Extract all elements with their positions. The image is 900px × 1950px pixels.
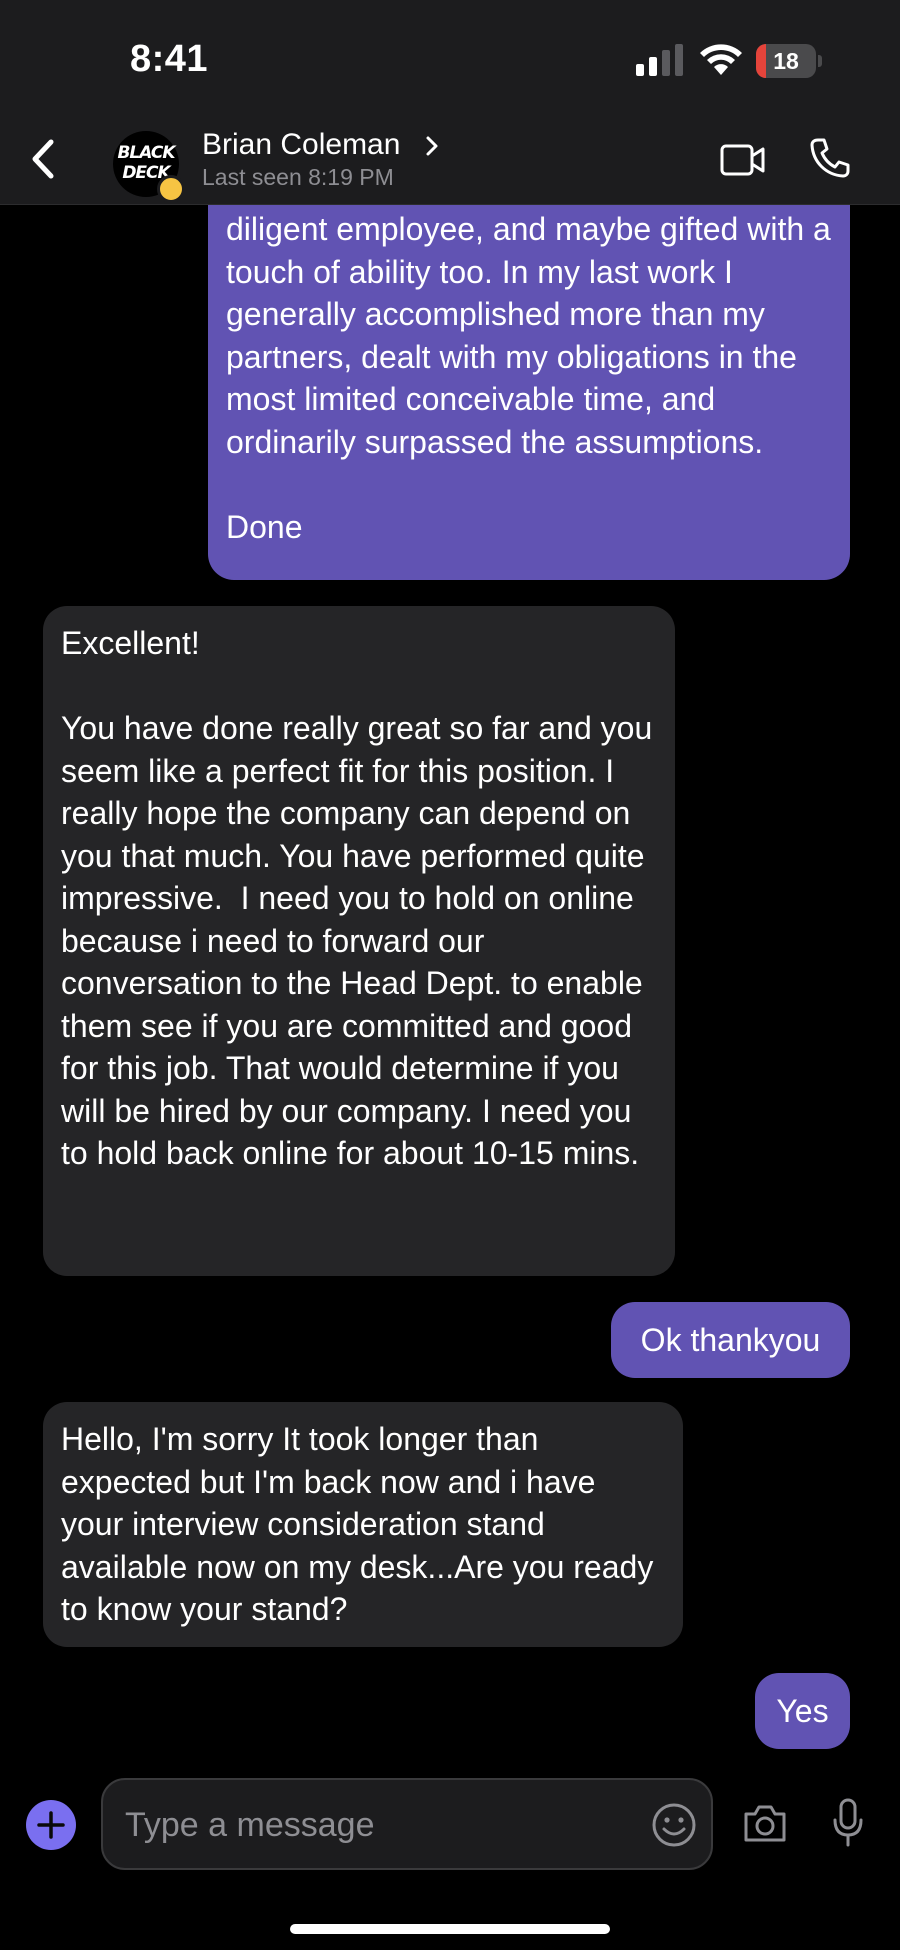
message-outgoing[interactable]: Yes [755,1673,850,1749]
last-seen-status: Last seen 8:19 PM [202,164,394,190]
message-input-container[interactable] [101,1778,713,1870]
video-call-icon[interactable] [720,140,766,180]
status-bar: 8:41 18 [0,0,900,120]
back-chevron-icon[interactable] [20,134,70,184]
message-input[interactable] [123,1798,607,1852]
message-composer [0,1764,900,1950]
presence-badge [157,175,185,203]
camera-icon[interactable] [742,1802,788,1844]
plus-icon [37,1811,65,1839]
chat-header: BLACK DECK Brian Coleman Last seen 8:19 … [0,120,900,205]
chevron-right-icon[interactable] [424,134,440,158]
status-time: 8:41 [130,38,209,80]
message-thread[interactable]: diligent employee, and maybe gifted with… [0,204,900,1764]
home-indicator [290,1924,610,1934]
microphone-icon[interactable] [832,1798,864,1848]
battery-level: 18 [773,48,799,74]
contact-name[interactable]: Brian Coleman [202,128,400,162]
emoji-icon[interactable] [651,1802,697,1848]
message-outgoing[interactable]: diligent employee, and maybe gifted with… [208,204,850,580]
phone-call-icon[interactable] [808,136,852,180]
message-incoming[interactable]: Hello, I'm sorry It took longer than exp… [43,1402,683,1647]
wifi-icon [700,44,742,75]
message-incoming[interactable]: Excellent! You have done really great so… [43,606,675,1276]
contact-avatar[interactable]: BLACK DECK [113,131,185,203]
battery-icon: 18 [756,44,822,78]
message-outgoing[interactable]: Ok thankyou [611,1302,850,1378]
avatar-logo-line1: BLACK [117,143,175,163]
cellular-signal-icon [636,44,683,76]
attach-plus-button[interactable] [26,1800,76,1850]
